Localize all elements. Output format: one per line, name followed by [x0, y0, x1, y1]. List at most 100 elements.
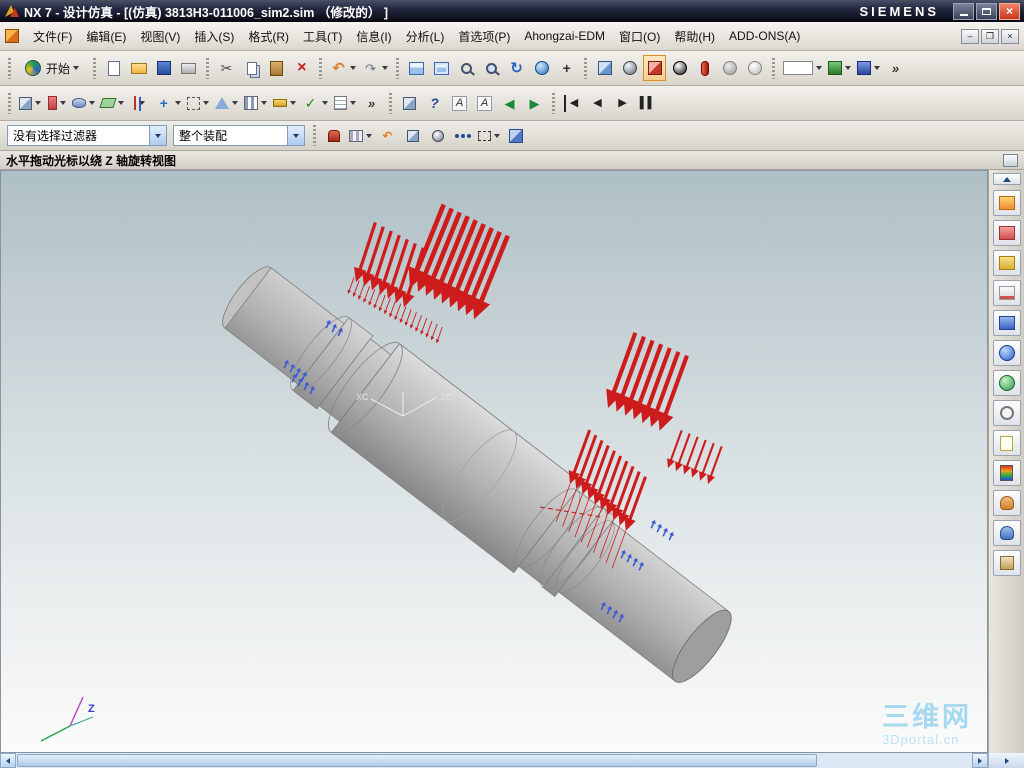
mdi-minimize-button[interactable]: –: [961, 28, 979, 44]
visualization-icon[interactable]: [855, 55, 882, 81]
mdi-close-button[interactable]: ×: [1001, 28, 1019, 44]
overflow-icon[interactable]: »: [884, 55, 907, 81]
menu-item[interactable]: 插入(S): [187, 24, 241, 49]
overflow-icon[interactable]: »: [360, 90, 383, 116]
refresh-icon[interactable]: ↻: [505, 55, 528, 81]
media-prev-icon[interactable]: ◀: [586, 90, 609, 116]
media-play-icon[interactable]: ▶: [611, 90, 634, 116]
select-rect-icon[interactable]: [476, 123, 502, 149]
menu-item[interactable]: 帮助(H): [667, 24, 722, 49]
gray-sphere-icon[interactable]: [718, 55, 741, 81]
start-menu-button[interactable]: 开始: [18, 58, 86, 79]
part-navigator-icon[interactable]: [992, 250, 1021, 276]
selection-filter-combo[interactable]: 没有选择过滤器: [7, 125, 167, 146]
back-icon[interactable]: ◀: [498, 90, 521, 116]
save-icon[interactable]: [152, 55, 175, 81]
horizontal-scrollbar[interactable]: [0, 753, 1024, 768]
toolbar-grip[interactable]: [8, 92, 11, 114]
media-first-icon[interactable]: ◀: [561, 90, 584, 116]
touch-icon[interactable]: [992, 550, 1021, 576]
menu-item[interactable]: 窗口(O): [612, 24, 667, 49]
zoom-icon[interactable]: [455, 55, 478, 81]
dock-window-icon[interactable]: [1003, 153, 1018, 167]
open-icon[interactable]: [127, 55, 150, 81]
mdi-restore-button[interactable]: ❐: [981, 28, 999, 44]
viewport-canvas[interactable]: ZC XC Z: [0, 170, 988, 753]
menu-item[interactable]: 文件(F): [26, 24, 79, 49]
light-sphere-icon[interactable]: [743, 55, 766, 81]
section-capsule-icon[interactable]: [693, 55, 716, 81]
triangle-icon[interactable]: [213, 90, 240, 116]
cut-icon[interactable]: ✂: [215, 55, 238, 81]
menu-item[interactable]: 分析(L): [399, 24, 452, 49]
forward-icon[interactable]: ▶: [523, 90, 546, 116]
assembly-navigator-icon[interactable]: [992, 190, 1021, 216]
combo-dropdown-button[interactable]: [287, 126, 304, 145]
view-style-box[interactable]: [781, 55, 824, 81]
rotate-view-icon[interactable]: [530, 55, 553, 81]
toolbar-grip[interactable]: [93, 57, 97, 79]
paste-icon[interactable]: [265, 55, 288, 81]
zoom-box-icon[interactable]: [480, 55, 503, 81]
pattern-icon[interactable]: [242, 90, 269, 116]
materials-icon[interactable]: [992, 370, 1021, 396]
analysis-cube-icon[interactable]: [643, 55, 667, 81]
graphics-window[interactable]: ZC XC Z 三维网 3Dportal.cn: [0, 170, 988, 753]
repeat-command-icon[interactable]: ↷: [360, 55, 390, 81]
move-icon[interactable]: +: [153, 90, 183, 116]
snap-icon[interactable]: [185, 90, 211, 116]
constraint-navigator-icon[interactable]: [992, 220, 1021, 246]
history-icon[interactable]: [992, 400, 1021, 426]
notes-icon[interactable]: [992, 430, 1021, 456]
toolbar-grip[interactable]: [8, 57, 11, 79]
delete-icon[interactable]: ×: [290, 55, 313, 81]
snap-point-icon[interactable]: [451, 123, 474, 149]
postprocess-icon[interactable]: [992, 460, 1021, 486]
close-button[interactable]: ×: [999, 2, 1020, 20]
studio-sphere-icon[interactable]: [668, 55, 691, 81]
scroll-thumb[interactable]: [17, 754, 817, 767]
copy-icon[interactable]: [240, 55, 263, 81]
reuse-library-icon[interactable]: [992, 280, 1021, 306]
swept-icon[interactable]: [70, 90, 97, 116]
check-icon[interactable]: ✓: [300, 90, 330, 116]
wire-mini-icon[interactable]: [426, 123, 449, 149]
undo-icon[interactable]: ↶: [328, 55, 358, 81]
menu-item[interactable]: 编辑(E): [79, 24, 133, 49]
menu-item[interactable]: 工具(T): [296, 24, 349, 49]
simulation-navigator-icon[interactable]: [992, 310, 1021, 336]
fit-view-icon[interactable]: [430, 55, 453, 81]
list-icon[interactable]: [332, 90, 358, 116]
combo-dropdown-button[interactable]: [149, 126, 166, 145]
help-icon[interactable]: ?: [423, 90, 446, 116]
snap-magnet-icon[interactable]: [322, 123, 345, 149]
assembly-scope-combo[interactable]: 整个装配: [173, 125, 305, 146]
mini-cube-icon[interactable]: [398, 90, 421, 116]
resource-bar-collapse-button[interactable]: [992, 173, 1021, 185]
shaded-cube-icon[interactable]: [593, 55, 616, 81]
menu-item[interactable]: ADD-ONS(A): [722, 25, 807, 47]
datum-axis-icon[interactable]: [128, 90, 151, 116]
print-icon[interactable]: [177, 55, 200, 81]
datum-plane-icon[interactable]: [99, 90, 126, 116]
spray-icon[interactable]: [45, 90, 68, 116]
roles-icon[interactable]: [992, 520, 1021, 546]
shaded-mini-icon[interactable]: [401, 123, 424, 149]
grid-edit-icon[interactable]: [347, 123, 374, 149]
wireframe-sphere-icon[interactable]: [618, 55, 641, 81]
scroll-right-button[interactable]: [972, 753, 988, 768]
new-file-icon[interactable]: [102, 55, 125, 81]
text-a2-icon[interactable]: A: [473, 90, 496, 116]
web-browser-icon[interactable]: [992, 340, 1021, 366]
scroll-left-button[interactable]: [0, 753, 16, 768]
cube-blue-icon[interactable]: [504, 123, 527, 149]
window-layout-icon[interactable]: [405, 55, 428, 81]
toolbar-grip[interactable]: [313, 125, 316, 146]
menu-item[interactable]: 首选项(P): [451, 24, 517, 49]
minimize-button[interactable]: [953, 2, 974, 20]
menu-item[interactable]: 视图(V): [133, 24, 187, 49]
menu-item[interactable]: Ahongzai-EDM: [517, 25, 612, 47]
pan-view-icon[interactable]: +: [555, 55, 578, 81]
contacts-icon[interactable]: [992, 490, 1021, 516]
menu-item[interactable]: 格式(R): [241, 24, 296, 49]
